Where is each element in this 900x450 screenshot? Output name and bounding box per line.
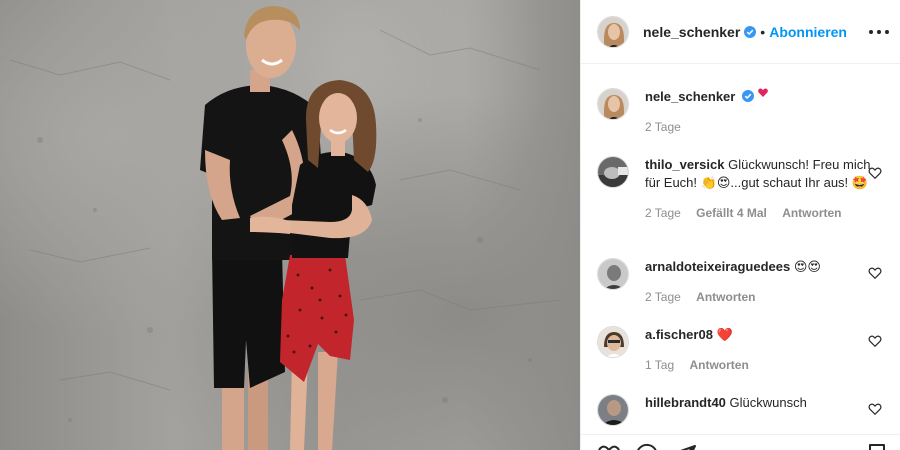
post-photo[interactable]: [0, 0, 580, 450]
follow-button[interactable]: Abonnieren: [769, 24, 847, 40]
author-username[interactable]: nele_schenker: [643, 24, 740, 40]
comment-meta: 1 Tag Antworten: [645, 356, 873, 374]
heart-icon[interactable]: [868, 266, 882, 280]
comment-username[interactable]: a.fischer08: [645, 327, 713, 342]
comment-avatar[interactable]: [597, 394, 629, 426]
comment-text: ❤️: [716, 327, 733, 342]
comment: arnaldoteixeiraguedees 😍😍 2 Tage Antwort…: [597, 258, 887, 310]
reply-button[interactable]: Antworten: [696, 290, 755, 304]
comment-avatar[interactable]: [597, 258, 629, 290]
post-side-panel: nele_schenker • Abonnieren nele_schenker…: [580, 0, 900, 450]
comment: hillebrandt40 Glückwunsch: [597, 394, 887, 434]
comment: thilo_versick Glückwunsch! Freu mich für…: [597, 156, 887, 246]
heart-icon[interactable]: [868, 166, 882, 180]
comment: a.fischer08 ❤️ 1 Tag Antworten: [597, 326, 887, 378]
author-line: nele_schenker • Abonnieren: [643, 24, 847, 40]
comment-time[interactable]: 2 Tage: [645, 206, 681, 220]
couple-photo-illustration: [9, 6, 561, 450]
author-avatar[interactable]: [597, 15, 629, 48]
caption-time[interactable]: 2 Tage: [645, 120, 681, 134]
comment-meta: 2 Tage Antworten: [645, 288, 873, 306]
comment-body: thilo_versick Glückwunsch! Freu mich für…: [645, 156, 873, 222]
post-header: nele_schenker • Abonnieren: [581, 0, 900, 64]
reply-button[interactable]: Antworten: [782, 206, 841, 220]
caption-username[interactable]: nele_schenker: [645, 89, 735, 104]
heart-icon[interactable]: [597, 443, 621, 450]
more-options-icon[interactable]: [869, 22, 889, 42]
comment-meta: 2 Tage Gefällt 4 Mal Antworten: [645, 204, 873, 222]
caption-meta: 2 Tage: [645, 118, 873, 136]
caption: nele_schenker 2 Tage: [597, 88, 887, 158]
action-bar: [581, 434, 900, 450]
comment-text: 😍😍: [793, 259, 821, 274]
comment-username[interactable]: hillebrandt40: [645, 395, 726, 410]
reply-button[interactable]: Antworten: [689, 358, 748, 372]
bookmark-icon[interactable]: [865, 443, 889, 450]
comment-likes[interactable]: Gefällt 4 Mal: [696, 206, 767, 220]
comment-username[interactable]: thilo_versick: [645, 157, 725, 172]
comment-time[interactable]: 1 Tag: [645, 358, 674, 372]
heart-icon[interactable]: [868, 334, 882, 348]
comment-username[interactable]: arnaldoteixeiraguedees: [645, 259, 790, 274]
comment-body: hillebrandt40 Glückwunsch: [645, 394, 873, 412]
paper-plane-icon[interactable]: [673, 443, 697, 450]
verified-badge-icon: [744, 25, 757, 38]
separator-dot: •: [760, 23, 766, 40]
caption-body: nele_schenker 2 Tage: [645, 88, 873, 136]
comment-body: arnaldoteixeiraguedees 😍😍 2 Tage Antwort…: [645, 258, 873, 306]
comment-avatar[interactable]: [597, 326, 629, 358]
comment-icon[interactable]: [635, 443, 659, 450]
comments-list: nele_schenker 2 Tage thilo_versick Glück…: [581, 64, 900, 434]
caption-avatar[interactable]: [597, 88, 629, 120]
instagram-post: nele_schenker • Abonnieren nele_schenker…: [0, 0, 900, 450]
comment-avatar[interactable]: [597, 156, 629, 188]
heart-icon[interactable]: [868, 402, 882, 416]
comment-time[interactable]: 2 Tage: [645, 290, 681, 304]
heart-emoji-icon: [757, 88, 768, 97]
comment-body: a.fischer08 ❤️ 1 Tag Antworten: [645, 326, 873, 374]
comment-text: Glückwunsch: [729, 395, 807, 410]
verified-badge-icon: [741, 90, 754, 102]
